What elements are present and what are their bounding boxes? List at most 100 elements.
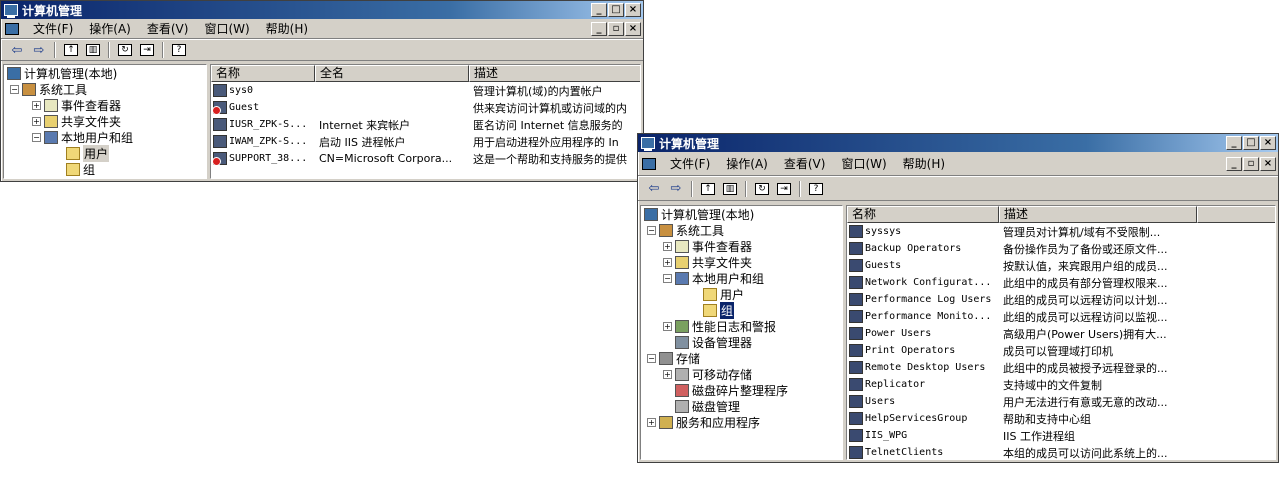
menu-file[interactable]: 文件(F) bbox=[662, 155, 718, 172]
expand-icon[interactable]: + bbox=[663, 369, 672, 379]
tree-item-removable-storage[interactable]: + 可移动存储 bbox=[641, 366, 842, 382]
back-arrow-icon[interactable]: ⇦ bbox=[7, 41, 27, 59]
menu-file[interactable]: 文件(F) bbox=[25, 20, 81, 37]
table-row[interactable]: IUSR_ZPK-S... Internet 来宾帐户 匿名访问 Interne… bbox=[211, 116, 640, 133]
tree-item-groups[interactable]: 组 bbox=[4, 161, 206, 177]
menu-help[interactable]: 帮助(H) bbox=[258, 20, 316, 37]
up-level-icon[interactable]: ↑ bbox=[698, 180, 718, 198]
mdi-minimize-button[interactable]: _ bbox=[591, 22, 607, 36]
table-row[interactable]: sys0 管理计算机(域)的内置帐户 bbox=[211, 82, 640, 99]
show-hide-tree-icon[interactable]: ▥ bbox=[720, 180, 740, 198]
forward-arrow-icon[interactable]: ⇨ bbox=[666, 180, 686, 198]
table-row[interactable]: Remote Desktop Users 此组中的成员被授予远程登录的... bbox=[847, 359, 1275, 376]
table-row[interactable]: Users 用户无法进行有意或无意的改动... bbox=[847, 393, 1275, 410]
column-header-fullname[interactable]: 全名 bbox=[315, 65, 469, 82]
mdi-restore-button[interactable]: ▫ bbox=[608, 22, 624, 36]
tree-item-event-viewer[interactable]: + 事件查看器 bbox=[4, 97, 206, 113]
expand-icon[interactable]: + bbox=[663, 321, 672, 331]
table-row[interactable]: syssys 管理员对计算机/域有不受限制... bbox=[847, 223, 1275, 240]
table-row[interactable]: IIS_WPG IIS 工作进程组 bbox=[847, 427, 1275, 444]
expand-icon[interactable]: + bbox=[647, 417, 656, 427]
table-row[interactable]: IWAM_ZPK-S... 启动 IIS 进程帐户 用于启动进程外应用程序的 I… bbox=[211, 133, 640, 150]
tree-item-computer-management[interactable]: 计算机管理(本地) bbox=[641, 206, 842, 222]
tree-item-disk-management[interactable]: 磁盘管理 bbox=[641, 398, 842, 414]
tree-item-groups[interactable]: 组 bbox=[641, 301, 842, 319]
mmc-icon[interactable] bbox=[5, 22, 19, 35]
column-header-name[interactable]: 名称 bbox=[847, 206, 999, 223]
table-row[interactable]: SUPPORT_38... CN=Microsoft Corpora... 这是… bbox=[211, 150, 640, 167]
tree-item-disk-defragmenter[interactable]: 磁盘碎片整理程序 bbox=[641, 382, 842, 398]
refresh-icon[interactable]: ↻ bbox=[115, 41, 135, 59]
help-icon[interactable]: ? bbox=[806, 180, 826, 198]
maximize-button[interactable]: □ bbox=[1243, 136, 1259, 150]
minimize-button[interactable]: _ bbox=[591, 3, 607, 17]
mdi-minimize-button[interactable]: _ bbox=[1226, 157, 1242, 171]
collapse-icon[interactable]: − bbox=[10, 84, 19, 94]
tree-item-shared-folders[interactable]: + 共享文件夹 bbox=[4, 113, 206, 129]
table-row[interactable]: Performance Log Users 此组的成员可以远程访问以计划... bbox=[847, 291, 1275, 308]
table-row[interactable]: Print Operators 成员可以管理域打印机 bbox=[847, 342, 1275, 359]
refresh-icon[interactable]: ↻ bbox=[752, 180, 772, 198]
forward-arrow-icon[interactable]: ⇨ bbox=[29, 41, 49, 59]
tree-item-device-manager[interactable]: 设备管理器 bbox=[641, 334, 842, 350]
close-button[interactable]: × bbox=[625, 3, 641, 17]
back-arrow-icon[interactable]: ⇦ bbox=[644, 180, 664, 198]
expand-icon[interactable]: + bbox=[32, 100, 41, 110]
table-row[interactable]: Backup Operators 备份操作员为了备份或还原文件... bbox=[847, 240, 1275, 257]
table-row[interactable]: TelnetClients 本组的成员可以访问此系统上的... bbox=[847, 444, 1275, 459]
tree-item-system-tools[interactable]: − 系统工具 bbox=[641, 222, 842, 238]
export-list-icon[interactable]: ⇥ bbox=[137, 41, 157, 59]
column-header-name[interactable]: 名称 bbox=[211, 65, 315, 82]
expand-icon[interactable]: + bbox=[32, 116, 41, 126]
menu-action[interactable]: 操作(A) bbox=[718, 155, 776, 172]
tree-item-computer-management[interactable]: 计算机管理(本地) bbox=[4, 65, 206, 81]
mdi-close-button[interactable]: × bbox=[625, 22, 641, 36]
tree-item-performance-logs[interactable]: + 性能日志和警报 bbox=[641, 318, 842, 334]
menu-view[interactable]: 查看(V) bbox=[139, 20, 197, 37]
up-level-icon[interactable]: ↑ bbox=[61, 41, 81, 59]
collapse-icon[interactable]: − bbox=[663, 273, 672, 283]
menu-window[interactable]: 窗口(W) bbox=[196, 20, 257, 37]
tree-item-services-applications[interactable]: + 服务和应用程序 bbox=[641, 414, 842, 430]
export-list-icon[interactable]: ⇥ bbox=[774, 180, 794, 198]
expand-icon[interactable]: + bbox=[663, 257, 672, 267]
table-row[interactable]: HelpServicesGroup 帮助和支持中心组 bbox=[847, 410, 1275, 427]
tree-item-system-tools[interactable]: − 系统工具 bbox=[4, 81, 206, 97]
mmc-icon[interactable] bbox=[642, 157, 656, 170]
show-hide-tree-icon[interactable]: ▥ bbox=[83, 41, 103, 59]
collapse-icon[interactable]: − bbox=[647, 225, 656, 235]
expand-icon[interactable]: + bbox=[663, 241, 672, 251]
mdi-restore-button[interactable]: ▫ bbox=[1243, 157, 1259, 171]
table-row[interactable]: Performance Monito... 此组的成员可以远程访问以监视... bbox=[847, 308, 1275, 325]
menu-view[interactable]: 查看(V) bbox=[776, 155, 834, 172]
table-row[interactable]: Network Configurat... 此组中的成员有部分管理权限来... bbox=[847, 274, 1275, 291]
tree-item-local-users-groups[interactable]: − 本地用户和组 bbox=[641, 270, 842, 286]
tree-item-event-viewer[interactable]: + 事件查看器 bbox=[641, 238, 842, 254]
table-row[interactable]: Power Users 高级用户(Power Users)拥有大... bbox=[847, 325, 1275, 342]
column-header-description[interactable]: 描述 bbox=[469, 65, 640, 82]
tree-item-users[interactable]: 用户 bbox=[4, 144, 206, 162]
computer-icon bbox=[641, 137, 655, 151]
tree-item-shared-folders[interactable]: + 共享文件夹 bbox=[641, 254, 842, 270]
tree-item-users[interactable]: 用户 bbox=[641, 286, 842, 302]
table-row[interactable]: Guest 供来宾访问计算机或访问域的内 bbox=[211, 99, 640, 116]
console-tree: 计算机管理(本地) − 系统工具 + 事件查看器 + 共享文件夹 − 本地用户和… bbox=[3, 64, 207, 179]
mdi-close-button[interactable]: × bbox=[1260, 157, 1276, 171]
close-button[interactable]: × bbox=[1260, 136, 1276, 150]
tree-item-storage[interactable]: − 存储 bbox=[641, 350, 842, 366]
collapse-icon[interactable]: − bbox=[647, 353, 656, 363]
menu-window[interactable]: 窗口(W) bbox=[833, 155, 894, 172]
maximize-button[interactable]: □ bbox=[608, 3, 624, 17]
minimize-button[interactable]: _ bbox=[1226, 136, 1242, 150]
menu-help[interactable]: 帮助(H) bbox=[895, 155, 953, 172]
title-bar[interactable]: 计算机管理 _ □ × bbox=[638, 134, 1278, 152]
tree-item-local-users-groups[interactable]: − 本地用户和组 bbox=[4, 129, 206, 145]
table-row[interactable]: Replicator 支持域中的文件复制 bbox=[847, 376, 1275, 393]
menu-action[interactable]: 操作(A) bbox=[81, 20, 139, 37]
table-row[interactable]: Guests 按默认值，来宾跟用户组的成员... bbox=[847, 257, 1275, 274]
collapse-icon[interactable]: − bbox=[32, 132, 41, 142]
help-icon[interactable]: ? bbox=[169, 41, 189, 59]
title-bar[interactable]: 计算机管理 _ □ × bbox=[1, 1, 643, 19]
column-header-description[interactable]: 描述 bbox=[999, 206, 1197, 223]
menu-bar: 文件(F) 操作(A) 查看(V) 窗口(W) 帮助(H) _ ▫ × bbox=[1, 19, 643, 39]
